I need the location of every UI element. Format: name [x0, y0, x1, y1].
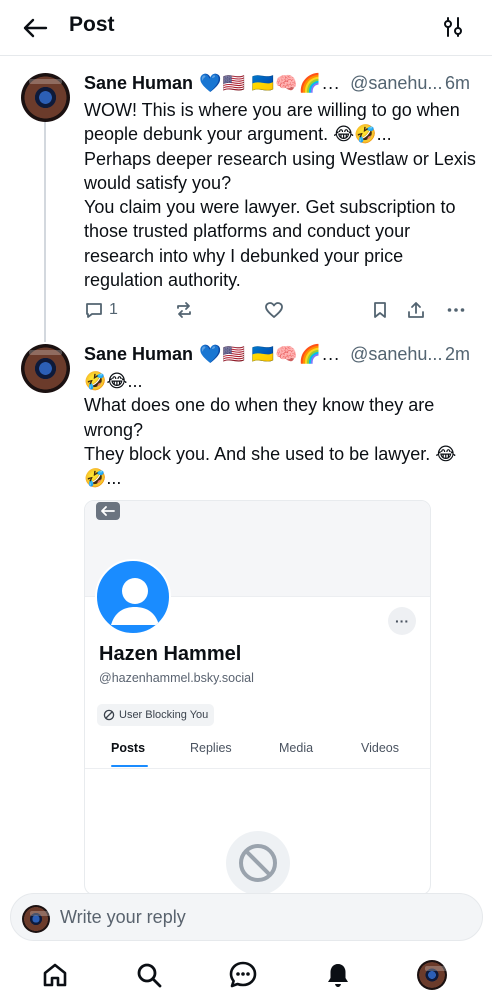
block-icon	[239, 844, 277, 882]
nav-chat-button[interactable]	[228, 960, 258, 990]
reply-composer[interactable]: Write your reply	[10, 893, 483, 941]
post-timestamp: 2m	[445, 344, 471, 364]
embedded-profile-name: Hazen Hammel	[99, 643, 242, 665]
nav-profile-button[interactable]	[417, 960, 447, 990]
bottom-navigation	[0, 948, 492, 1000]
embedded-tab-replies: Replies	[190, 741, 232, 755]
arrow-left-icon	[101, 506, 115, 516]
author-name[interactable]: Sane Human	[84, 73, 193, 94]
author-handle[interactable]: @sanehu...	[350, 73, 442, 94]
share-icon	[408, 302, 424, 318]
author-handle[interactable]: @sanehu...	[350, 344, 442, 365]
share-button[interactable]	[406, 300, 426, 320]
comment-icon	[86, 303, 102, 318]
nav-notifications-button[interactable]	[323, 960, 353, 990]
embedded-back-button	[96, 502, 120, 520]
like-button[interactable]	[264, 300, 284, 320]
thread-settings-button[interactable]	[442, 15, 464, 39]
profile-avatar	[417, 960, 447, 990]
chat-icon	[229, 961, 257, 988]
post-actions: 1	[84, 300, 472, 324]
top-header: Post	[0, 0, 492, 56]
embedded-tab-posts: Posts	[111, 741, 146, 755]
person-icon	[111, 578, 159, 625]
repost-button[interactable]	[174, 300, 194, 320]
post-text: 🤣😂... What does one do when they know th…	[84, 371, 457, 489]
embedded-default-avatar	[95, 559, 171, 635]
back-button[interactable]	[20, 14, 50, 42]
more-options-button[interactable]	[446, 300, 466, 320]
post-header: Sane Human 💙🇺🇸 🇺🇦🧠🌈... @sanehu... 6m	[84, 73, 470, 94]
nav-home-button[interactable]	[40, 960, 70, 990]
block-icon	[103, 709, 115, 721]
post-timestamp: 6m	[445, 73, 471, 93]
author-avatar[interactable]	[21, 73, 70, 122]
embedded-blocking-label: User Blocking You	[119, 709, 209, 721]
author-emoji-flags: 💙🇺🇸 🇺🇦🧠🌈...	[199, 73, 341, 93]
embedded-more-button: ···	[388, 607, 416, 635]
author-emoji-flags: 💙🇺🇸 🇺🇦🧠🌈...	[199, 344, 341, 364]
more-dots-icon	[447, 308, 465, 312]
current-user-avatar	[22, 905, 50, 933]
embedded-blocked-placeholder	[226, 831, 290, 894]
page-title: Post	[69, 13, 115, 36]
notifications-bell-icon	[328, 964, 348, 987]
bookmark-button[interactable]	[370, 300, 390, 320]
bookmark-icon	[374, 302, 386, 318]
heart-icon	[265, 302, 283, 318]
reply-count: 1	[109, 301, 118, 318]
reply-placeholder[interactable]: Write your reply	[60, 907, 186, 928]
embedded-blocking-badge: User Blocking You	[97, 704, 215, 726]
embedded-tab-media: Media	[279, 741, 314, 755]
embedded-profile-tabs: Posts Replies Media Videos	[85, 733, 430, 769]
post-text: WOW! This is where you are willing to go…	[84, 100, 476, 291]
author-name[interactable]: Sane Human	[84, 344, 193, 365]
post-header: Sane Human 💙🇺🇸 🇺🇦🧠🌈... @sanehu... 2m	[84, 344, 470, 365]
author-avatar[interactable]	[21, 344, 70, 393]
embedded-tab-indicator	[111, 765, 148, 767]
home-icon	[43, 963, 67, 987]
repost-icon	[177, 302, 191, 318]
reply-button[interactable]: 1	[84, 300, 118, 320]
search-icon	[137, 963, 162, 988]
nav-search-button[interactable]	[134, 960, 164, 990]
sliders-icon	[444, 17, 462, 37]
embedded-tab-videos: Videos	[361, 741, 399, 755]
embedded-profile-handle: @hazenhammel.bsky.social	[99, 671, 254, 685]
embedded-image[interactable]: ··· Hazen Hammel @hazenhammel.bsky.socia…	[84, 500, 431, 895]
arrow-left-icon	[23, 18, 48, 38]
thread-connector-line	[44, 120, 46, 342]
